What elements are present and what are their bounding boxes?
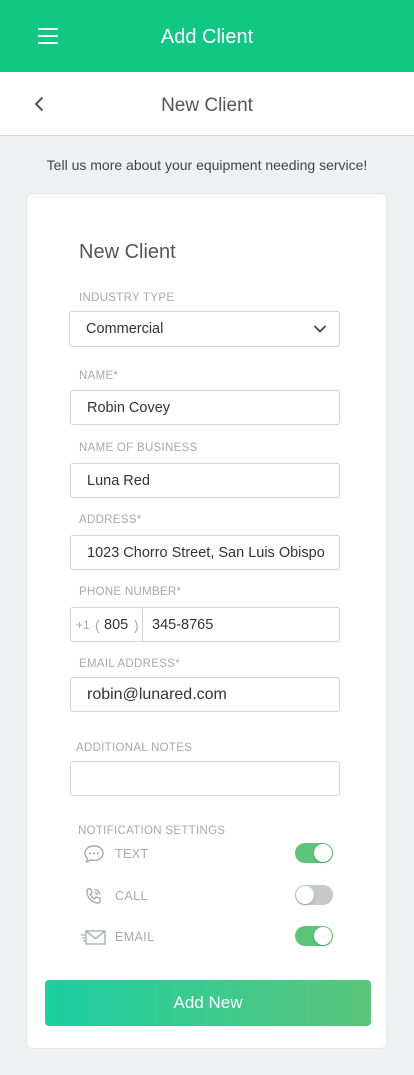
name-label: NAME*	[79, 370, 119, 382]
phone-call-icon	[86, 888, 101, 904]
add-new-button[interactable]: Add New	[45, 980, 371, 1026]
toggle-knob	[314, 927, 332, 945]
email-toggle[interactable]	[295, 926, 333, 946]
form-title: New Client	[79, 241, 176, 263]
notification-settings-label: NOTIFICATION SETTINGS	[78, 825, 226, 837]
address-label: ADDRESS*	[79, 514, 142, 526]
chevron-down-icon	[314, 325, 326, 333]
area-code: 805	[104, 617, 129, 633]
phone-number-value: 345-8765	[152, 617, 214, 633]
name-value: Robin Covey	[87, 400, 171, 416]
business-name-value: Luna Red	[87, 473, 150, 489]
toggle-knob	[314, 844, 332, 862]
name-field[interactable]: Robin Covey	[70, 390, 340, 425]
app-title: Add Client	[160, 26, 254, 48]
notif-text-label: TEXT	[115, 847, 149, 861]
business-name-field[interactable]: Luna Red	[70, 463, 340, 498]
notif-call-row: CALL	[83, 884, 333, 908]
chat-bubble-icon	[84, 845, 104, 863]
text-toggle[interactable]	[295, 843, 333, 863]
email-label: EMAIL ADDRESS*	[79, 658, 180, 670]
industry-type-select[interactable]: Commercial	[69, 311, 340, 347]
notif-email-row: EMAIL	[81, 925, 333, 949]
industry-type-value: Commercial	[86, 321, 164, 337]
notes-label: ADDITIONAL NOTES	[76, 742, 193, 754]
page-title: New Client	[161, 95, 253, 116]
close-paren: )	[134, 617, 139, 633]
address-field[interactable]: 1023 Chorro Street, San Luis Obispo	[70, 535, 340, 570]
area-code-input[interactable]: +1 ( 805 )	[71, 608, 143, 641]
notes-field[interactable]	[70, 761, 340, 796]
client-form-card: New Client INDUSTRY TYPE Commercial NAME…	[26, 193, 387, 1049]
notif-call-label: CALL	[115, 889, 148, 903]
phone-field[interactable]: +1 ( 805 ) 345-8765	[70, 607, 340, 642]
app-bar: Add Client	[0, 0, 414, 72]
call-toggle[interactable]	[295, 885, 333, 905]
phone-label: PHONE NUMBER*	[79, 586, 182, 598]
tagline: Tell us more about your equipment needin…	[46, 157, 368, 173]
email-field[interactable]: robin@lunared.com	[70, 677, 340, 712]
business-name-label: NAME OF BUSINESS	[79, 442, 198, 454]
email-envelope-icon	[81, 930, 106, 945]
sub-header: New Client	[0, 72, 414, 136]
country-code: +1	[76, 618, 90, 632]
address-value: 1023 Chorro Street, San Luis Obispo	[87, 545, 325, 561]
open-paren: (	[95, 617, 100, 633]
notif-email-label: EMAIL	[115, 930, 155, 944]
industry-type-label: INDUSTRY TYPE	[79, 292, 175, 304]
email-value: robin@lunared.com	[87, 686, 227, 703]
notif-text-row: TEXT	[83, 842, 333, 866]
toggle-knob	[296, 886, 314, 904]
